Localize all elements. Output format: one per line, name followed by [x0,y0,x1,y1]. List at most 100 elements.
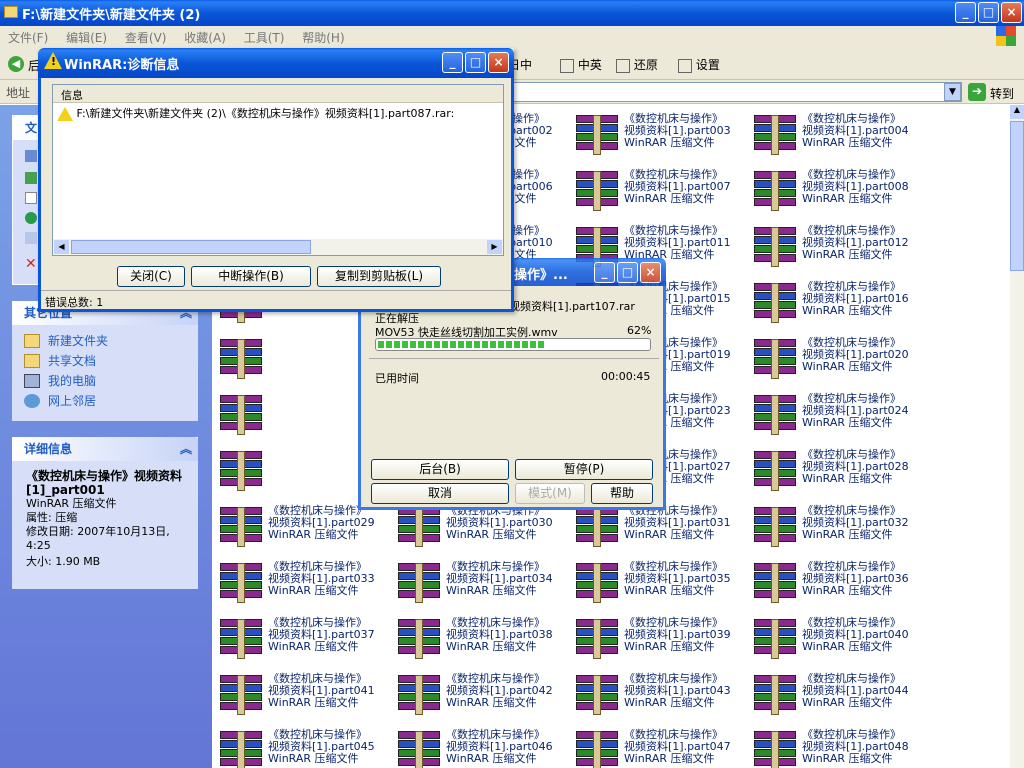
scroll-thumb[interactable] [1010,121,1024,271]
scroll-left-arrow[interactable]: ◀ [54,240,69,254]
rar-archive-icon [754,507,796,547]
file-item[interactable]: 《数控机床与操作》 视频资料[1].part048 WinRAR 压缩文件 [754,729,932,768]
close-button[interactable]: × [1001,2,1022,23]
details-title: 详细信息 [24,442,73,456]
file-item[interactable]: 《数控机床与操作》 视频资料[1].part020 WinRAR 压缩文件 [754,337,932,389]
file-type: WinRAR 压缩文件 [802,136,893,149]
details-name: 《数控机床与操作》视频资料[1]_part001 [26,469,183,497]
details-header[interactable]: 详细信息 ︽ [12,437,198,461]
restore-button[interactable]: 还原 [616,56,658,73]
file-item[interactable]: 《数控机床与操作》 视频资料[1].part034 WinRAR 压缩文件 [398,561,576,613]
menu-favorites[interactable]: 收藏(A) [184,31,226,45]
menu-view[interactable]: 查看(V) [125,31,167,45]
file-item[interactable]: 《数控机床与操作》 视频资料[1].part041 WinRAR 压缩文件 [220,673,398,725]
file-item[interactable]: 《数控机床与操作》 视频资料[1].part045 WinRAR 压缩文件 [220,729,398,768]
maximize-button[interactable]: □ [978,2,999,23]
go-icon[interactable]: ➔ [968,83,986,101]
file-item[interactable]: 《数控机床与操作》 视频资料[1].part044 WinRAR 压缩文件 [754,673,932,725]
vertical-scrollbar[interactable]: ▲ [1010,105,1024,768]
settings-button[interactable]: 设置 [678,56,720,73]
file-type: WinRAR 压缩文件 [802,416,893,429]
diag-close-action-button[interactable]: 关闭(C) [117,266,185,287]
minimize-button[interactable]: _ [955,2,976,23]
extract-minimize-button[interactable]: _ [594,262,615,283]
extract-close-button[interactable]: × [640,262,661,283]
rar-archive-icon [576,731,618,768]
collapse-icon[interactable]: ︽ [180,437,192,461]
go-label[interactable]: 转到 [990,85,1014,102]
message-list[interactable]: 信息 F:\新建文件夹\新建文件夹 (2)\《数控机床与操作》视频资料[1].p… [52,84,504,256]
menu-help[interactable]: 帮助(H) [302,31,344,45]
file-item[interactable]: 《数控机床与操作》 视频资料[1].part042 WinRAR 压缩文件 [398,673,576,725]
delete-icon: ✕ [25,256,37,272]
file-item[interactable]: 《数控机床与操作》 视频资料[1].part032 WinRAR 压缩文件 [754,505,932,557]
message-row[interactable]: F:\新建文件夹\新建文件夹 (2)\《数控机床与操作》视频资料[1].part… [53,103,503,123]
warning-mark: ! [51,55,57,68]
file-type: WinRAR 压缩文件 [624,696,715,709]
file-type: WinRAR 压缩文件 [802,584,893,597]
place-label: 新建文件夹 [48,334,109,348]
diag-close-button[interactable]: × [488,52,509,73]
place-label: 共享文档 [48,354,97,368]
back-icon[interactable]: ◀ [8,56,24,72]
file-item[interactable]: 《数控机床与操作》 视频资料[1].part043 WinRAR 压缩文件 [576,673,754,725]
file-type: WinRAR 压缩文件 [802,360,893,373]
file-type: WinRAR 压缩文件 [624,136,715,149]
details-modified: 修改日期: 2007年10月13日, 4:25 [26,525,170,552]
file-item[interactable]: 《数控机床与操作》 视频资料[1].part030 WinRAR 压缩文件 [398,505,576,557]
menu-file[interactable]: 文件(F) [8,31,48,45]
message-text: F:\新建文件夹\新建文件夹 (2)\《数控机床与操作》视频资料[1].part… [76,107,455,120]
pause-button[interactable]: 暂停(P) [515,459,653,480]
menu-edit[interactable]: 编辑(E) [66,31,107,45]
rar-archive-icon [754,115,796,155]
rar-archive-icon [220,563,262,603]
file-type: WinRAR 压缩文件 [624,528,715,541]
task-icon-1 [25,150,37,162]
place-network[interactable]: 网上邻居 [24,391,186,411]
scroll-up-arrow[interactable]: ▲ [1010,105,1024,119]
rar-archive-icon [398,563,440,603]
extract-maximize-button[interactable]: □ [617,262,638,283]
diag-maximize-button[interactable]: □ [465,52,486,73]
menu-tools[interactable]: 工具(T) [244,31,285,45]
network-icon [24,394,40,408]
file-item[interactable]: 《数控机床与操作》 视频资料[1].part008 WinRAR 压缩文件 [754,169,932,221]
horizontal-scrollbar[interactable]: ◀ ▶ [53,239,503,255]
file-item[interactable]: 《数控机床与操作》 视频资料[1].part037 WinRAR 压缩文件 [220,617,398,669]
cn-en-button[interactable]: 中英 [560,56,602,73]
scroll-right-arrow[interactable]: ▶ [487,240,502,254]
diag-minimize-button[interactable]: _ [442,52,463,73]
menu-bar: 文件(F) 编辑(E) 查看(V) 收藏(A) 工具(T) 帮助(H) [0,26,1024,48]
file-item[interactable]: 《数控机床与操作》 视频资料[1].part033 WinRAR 压缩文件 [220,561,398,613]
restore-icon [616,58,630,73]
place-shared-docs[interactable]: 共享文档 [24,351,186,371]
file-item[interactable]: 《数控机床与操作》 视频资料[1].part007 WinRAR 压缩文件 [576,169,754,221]
background-button[interactable]: 后台(B) [371,459,509,480]
h-scroll-thumb[interactable] [71,240,311,254]
file-item[interactable]: 《数控机床与操作》 视频资料[1].part039 WinRAR 压缩文件 [576,617,754,669]
cancel-button[interactable]: 取消 [371,483,509,504]
file-item[interactable]: 《数控机床与操作》 视频资料[1].part046 WinRAR 压缩文件 [398,729,576,768]
file-item[interactable]: 《数控机床与操作》 视频资料[1].part028 WinRAR 压缩文件 [754,449,932,501]
file-item[interactable]: 《数控机床与操作》 视频资料[1].part038 WinRAR 压缩文件 [398,617,576,669]
file-item[interactable]: 《数控机床与操作》 视频资料[1].part029 WinRAR 压缩文件 [220,505,398,557]
file-item[interactable]: 《数控机床与操作》 视频资料[1].part012 WinRAR 压缩文件 [754,225,932,277]
help-button[interactable]: 帮助 [591,483,653,504]
file-item[interactable]: 《数控机床与操作》 视频资料[1].part003 WinRAR 压缩文件 [576,113,754,165]
file-item[interactable]: 《数控机床与操作》 视频资料[1].part024 WinRAR 压缩文件 [754,393,932,445]
file-type: WinRAR 压缩文件 [268,640,359,653]
place-new-folder[interactable]: 新建文件夹 [24,331,186,351]
file-item[interactable]: 《数控机床与操作》 视频资料[1].part047 WinRAR 压缩文件 [576,729,754,768]
copy-clipboard-button[interactable]: 复制到剪贴板(L) [317,266,441,287]
place-my-computer[interactable]: 我的电脑 [24,371,186,391]
rar-archive-icon [754,283,796,323]
file-item[interactable]: 《数控机床与操作》 视频资料[1].part035 WinRAR 压缩文件 [576,561,754,613]
file-item[interactable]: 《数控机床与操作》 视频资料[1].part004 WinRAR 压缩文件 [754,113,932,165]
file-item[interactable]: 《数控机床与操作》 视频资料[1].part016 WinRAR 压缩文件 [754,281,932,333]
file-item[interactable]: 《数控机床与操作》 视频资料[1].part040 WinRAR 压缩文件 [754,617,932,669]
column-header-info[interactable]: 信息 [53,85,503,103]
file-item[interactable]: 《数控机床与操作》 视频资料[1].part031 WinRAR 压缩文件 [576,505,754,557]
break-button[interactable]: 中断操作(B) [191,266,311,287]
address-dropdown-icon[interactable]: ▼ [944,83,961,101]
file-item[interactable]: 《数控机床与操作》 视频资料[1].part036 WinRAR 压缩文件 [754,561,932,613]
